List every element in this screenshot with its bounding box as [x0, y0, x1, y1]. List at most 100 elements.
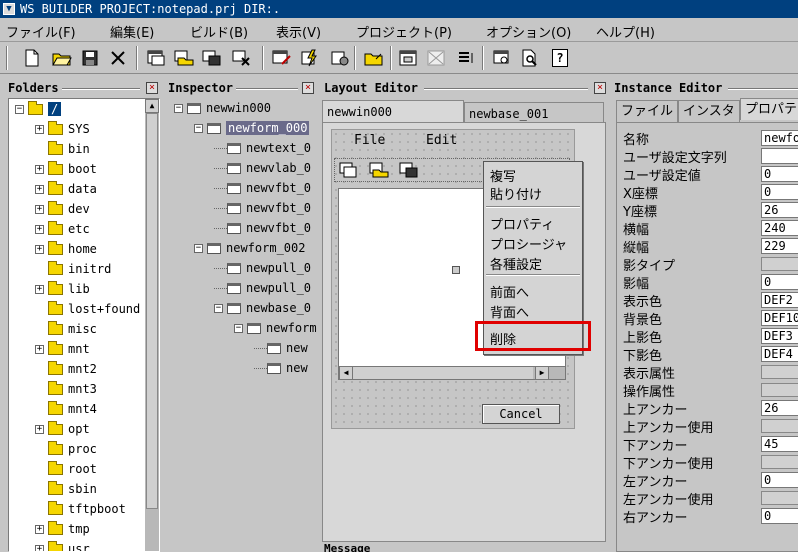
- scroll-right-icon[interactable]: ▶: [535, 366, 549, 380]
- expand-icon[interactable]: +: [35, 545, 44, 551]
- property-value-field[interactable]: 240: [761, 220, 798, 236]
- folder-item[interactable]: + dev: [35, 199, 90, 219]
- tree-root[interactable]: − /: [15, 99, 62, 119]
- property-value-field[interactable]: DEF10: [761, 310, 798, 326]
- open-folder-icon[interactable]: [369, 162, 389, 181]
- folder-item[interactable]: + opt: [35, 419, 90, 439]
- close-panel-icon[interactable]: ×: [594, 82, 606, 94]
- open-file-icon[interactable]: [362, 46, 386, 70]
- save-icon[interactable]: [78, 46, 102, 70]
- ctx-copy[interactable]: 複写: [490, 166, 516, 185]
- folder-item[interactable]: misc: [35, 319, 97, 339]
- property-select-button[interactable]: [761, 365, 798, 379]
- run-icon[interactable]: [328, 46, 352, 70]
- scroll-up-icon[interactable]: ▲: [145, 99, 159, 113]
- scroll-thumb[interactable]: [146, 113, 158, 509]
- find-icon[interactable]: [518, 46, 542, 70]
- edit-window-icon[interactable]: [270, 46, 294, 70]
- property-value-field[interactable]: 0: [761, 166, 798, 182]
- menu-help[interactable]: ヘルプ(H): [596, 22, 655, 41]
- help-icon[interactable]: ?: [548, 46, 572, 70]
- list-icon[interactable]: [454, 46, 478, 70]
- inspector-node[interactable]: newtext_0: [214, 138, 311, 158]
- folder-item[interactable]: sbin: [35, 479, 97, 499]
- folder-item[interactable]: tftpboot: [35, 499, 126, 519]
- property-select-button[interactable]: [761, 491, 798, 505]
- property-value-field[interactable]: 45: [761, 436, 798, 452]
- folder-item[interactable]: mnt4: [35, 399, 97, 419]
- tab-property[interactable]: プロパテ: [740, 98, 798, 120]
- folder-item[interactable]: + etc: [35, 219, 90, 239]
- scroll-left-icon[interactable]: ◀: [339, 366, 353, 380]
- ctx-procedure[interactable]: プロシージャ: [490, 234, 567, 253]
- grid-icon[interactable]: [396, 46, 420, 70]
- inspector-node[interactable]: − newform: [234, 318, 317, 338]
- inspector-node[interactable]: − newwin000: [174, 98, 271, 118]
- folder-item[interactable]: + mnt: [35, 339, 90, 359]
- ctx-settings[interactable]: 各種設定: [490, 254, 542, 273]
- folder-item[interactable]: + data: [35, 179, 97, 199]
- tab-newbase-001[interactable]: newbase_001: [464, 102, 604, 124]
- collapse-icon[interactable]: −: [194, 124, 203, 133]
- folder-item[interactable]: + boot: [35, 159, 97, 179]
- property-value-field[interactable]: 0: [761, 274, 798, 290]
- expand-icon[interactable]: +: [35, 165, 44, 174]
- expand-icon[interactable]: +: [35, 205, 44, 214]
- ctx-property[interactable]: プロパティ: [490, 214, 554, 233]
- collapse-icon[interactable]: −: [174, 104, 183, 113]
- form-menu-file[interactable]: File: [354, 133, 385, 148]
- layout-canvas[interactable]: File Edit ◀ ▶ Cancel 複写 貼り付け プロパティ プロシージ…: [322, 122, 606, 542]
- folder-item[interactable]: + SYS: [35, 119, 90, 139]
- inspector-node[interactable]: new: [254, 338, 308, 358]
- collapse-icon[interactable]: −: [194, 244, 203, 253]
- inspector-node[interactable]: newpull_0: [214, 258, 311, 278]
- folder-item[interactable]: + home: [35, 239, 97, 259]
- window-menu-icon[interactable]: ▼: [3, 3, 15, 15]
- tab-instance[interactable]: インスタ: [678, 100, 740, 122]
- menu-build[interactable]: ビルド(B): [190, 22, 248, 41]
- resize-handle[interactable]: [452, 266, 460, 274]
- folder-item[interactable]: + usr: [35, 539, 90, 551]
- property-select-button[interactable]: [761, 455, 798, 469]
- inspector-node[interactable]: newvfbt_0: [214, 218, 311, 238]
- form-menu-edit[interactable]: Edit: [426, 133, 457, 148]
- inspector-node[interactable]: newvfbt_0: [214, 178, 311, 198]
- tab-file[interactable]: ファイル: [616, 100, 678, 122]
- property-value-field[interactable]: [761, 148, 798, 164]
- property-value-field[interactable]: 26: [761, 400, 798, 416]
- folder-item[interactable]: proc: [35, 439, 97, 459]
- hscrollbar[interactable]: ◀ ▶: [338, 366, 566, 380]
- inspector-node[interactable]: newvlab_0: [214, 158, 311, 178]
- menu-edit[interactable]: 編集(E): [110, 22, 154, 41]
- close-window-icon[interactable]: [230, 46, 254, 70]
- save-window-icon[interactable]: [200, 46, 224, 70]
- hscroll-thumb[interactable]: [353, 367, 533, 379]
- folder-item[interactable]: lost+found: [35, 299, 140, 319]
- new-file-icon[interactable]: [20, 46, 44, 70]
- folders-scrollbar[interactable]: ▲: [145, 99, 159, 551]
- ctx-paste[interactable]: 貼り付け: [490, 184, 542, 203]
- property-value-field[interactable]: 0: [761, 184, 798, 200]
- expand-icon[interactable]: +: [35, 245, 44, 254]
- property-value-field[interactable]: 26: [761, 202, 798, 218]
- menu-options[interactable]: オプション(O): [486, 22, 571, 41]
- close-x-icon[interactable]: [106, 46, 130, 70]
- menu-file[interactable]: ファイル(F): [6, 22, 76, 41]
- property-select-button[interactable]: [761, 419, 798, 433]
- ctx-send-back[interactable]: 背面へ: [490, 302, 529, 321]
- folder-item[interactable]: bin: [35, 139, 90, 159]
- property-select-button[interactable]: [761, 383, 798, 397]
- property-value-field[interactable]: DEF4: [761, 346, 798, 362]
- inspector-node[interactable]: newvfbt_0: [214, 198, 311, 218]
- folder-item[interactable]: initrd: [35, 259, 111, 279]
- expand-icon[interactable]: +: [35, 185, 44, 194]
- inspector-node[interactable]: − newbase_0: [214, 298, 311, 318]
- property-value-field[interactable]: DEF3: [761, 328, 798, 344]
- new-window-icon[interactable]: [339, 162, 357, 181]
- property-value-field[interactable]: newfo: [761, 130, 798, 146]
- property-select-button[interactable]: [761, 257, 798, 271]
- window-icon[interactable]: [144, 46, 168, 70]
- tab-newwin000[interactable]: newwin000: [322, 100, 464, 122]
- cancel-button[interactable]: Cancel: [482, 404, 560, 424]
- menu-view[interactable]: 表示(V): [276, 22, 321, 41]
